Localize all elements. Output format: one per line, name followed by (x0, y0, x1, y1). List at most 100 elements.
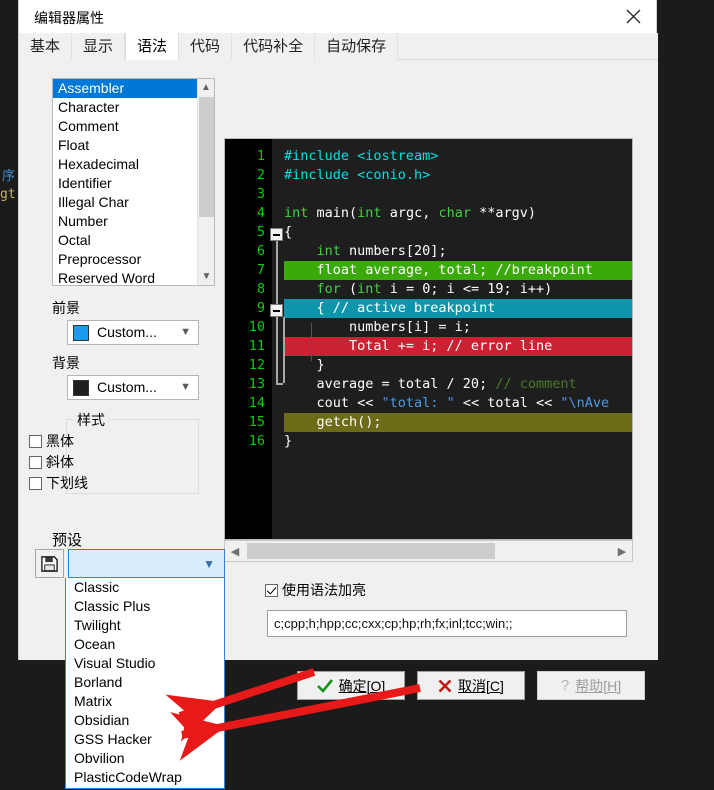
code-text: #include <conio.h> (284, 167, 431, 183)
tab-syntax[interactable]: 语法 (125, 33, 180, 60)
checkbox-italic[interactable]: 斜体 (29, 452, 74, 472)
tab-label: 代码 (190, 38, 221, 55)
use-syntax-highlight-checkbox[interactable]: 使用语法加亮 (265, 580, 366, 600)
list-item[interactable]: Octal (53, 231, 198, 250)
preset-option[interactable]: Classic (66, 578, 224, 597)
code-line: 13 average = total / 20; // comment (225, 375, 632, 394)
code-text: int numbers[20]; (316, 243, 447, 259)
preset-option[interactable]: Obsidian (66, 711, 224, 730)
preset-option[interactable]: Ocean (66, 635, 224, 654)
code-line: 14 cout << "total: " << total << "\nAve (225, 394, 632, 413)
background-color-swatch (73, 380, 89, 396)
preset-option[interactable]: PlasticCodeWrap (66, 768, 224, 787)
background-editor-line-2: gt (0, 187, 16, 202)
foreground-color-swatch (73, 325, 89, 341)
tab-bar: 基本 显示 语法 代码 代码补全 自动保存 (19, 33, 658, 60)
preset-option[interactable]: Classic Plus (66, 597, 224, 616)
foreground-label: 前景 (52, 300, 80, 316)
code-line: 11 Total += i; // error line (225, 337, 632, 356)
preset-option[interactable]: Visual Studio (66, 654, 224, 673)
list-item[interactable]: Assembler (53, 79, 198, 98)
preset-option[interactable]: Obvilion (66, 749, 224, 768)
code-text: numbers[i] = i; (284, 319, 471, 335)
line-number: 3 (256, 186, 265, 202)
preset-option[interactable]: Borland (66, 673, 224, 692)
foreground-color-combo[interactable]: Custom... ▼ (67, 320, 199, 345)
list-item[interactable]: Hexadecimal (53, 155, 198, 174)
close-icon[interactable] (611, 0, 656, 33)
tab-label: 自动保存 (326, 38, 387, 55)
listbox-items: Assembler Character Comment Float Hexadecima… (53, 79, 198, 285)
page-title: 编辑器属性 (34, 10, 104, 26)
code-line: 10 numbers[i] = i; (225, 318, 632, 337)
code-text: } (284, 357, 325, 373)
question-mark-icon: ? (560, 677, 570, 694)
list-item[interactable]: Illegal Char (53, 193, 198, 212)
listbox-scrollbar[interactable]: ▲ ▼ (197, 79, 214, 285)
tab-basic[interactable]: 基本 (19, 33, 73, 60)
preset-option[interactable]: GSS Hacker (66, 730, 224, 749)
code-text: average = total / 20; // comment (284, 376, 577, 392)
scrollbar-thumb[interactable] (199, 97, 214, 217)
line-number: 1 (256, 148, 265, 164)
checkbox-box (29, 434, 42, 448)
hscrollbar-thumb[interactable] (247, 543, 495, 559)
checkbox-label: 下划线 (46, 475, 88, 491)
list-item[interactable]: Comment (53, 117, 198, 136)
screen: 序 gt 编辑器属性 基本 显示 语法 代码 代码补全 自动保存 Assembl… (0, 0, 714, 790)
fold-end-tick (276, 383, 283, 385)
list-item[interactable]: Reserved Word (53, 269, 198, 285)
code-preview[interactable]: 1 #include <iostream> 2 #include <conio.h> 3… (224, 138, 633, 540)
code-text: int main(int argc, char **argv) (284, 205, 537, 221)
scroll-down-icon[interactable]: ▼ (198, 268, 214, 285)
fold-toggle-line-9[interactable] (270, 304, 283, 317)
preset-dropdown-list[interactable]: Classic Classic Plus Twilight Ocean Visual S… (65, 578, 225, 789)
cross-icon (438, 679, 452, 692)
line-number: 10 (248, 319, 265, 335)
line-number: 14 (248, 395, 265, 411)
preset-combo[interactable]: ▼ (68, 549, 225, 578)
list-item[interactable]: Character (53, 98, 198, 117)
code-text: { (284, 224, 293, 240)
checkbox-bold[interactable]: 黑体 (29, 431, 74, 451)
tab-code-completion[interactable]: 代码补全 (232, 33, 316, 60)
code-line: 7 float average, total; //breakpoint (225, 261, 632, 280)
line-number: 16 (248, 433, 265, 449)
checkbox-box (29, 476, 42, 490)
preset-option[interactable]: Matrix (66, 692, 224, 711)
preset-option[interactable]: Twilight (66, 616, 224, 635)
floppy-disk-icon (41, 556, 58, 572)
foreground-value: Custom... (97, 324, 157, 340)
list-item[interactable]: Number (53, 212, 198, 231)
save-preset-button[interactable] (35, 549, 64, 578)
code-text: for (int i = 0; i <= 19; i++) (316, 281, 553, 297)
checkbox-underline[interactable]: 下划线 (29, 473, 88, 493)
tab-autosave[interactable]: 自动保存 (315, 33, 399, 60)
list-item[interactable]: Identifier (53, 174, 198, 193)
code-lines: 1 #include <iostream> 2 #include <conio.h> 3… (225, 139, 632, 539)
list-item[interactable]: Preprocessor (53, 250, 198, 269)
code-text: float average, total; //breakpoint (284, 261, 632, 280)
cancel-button[interactable]: 取消[C] (417, 671, 525, 700)
background-color-combo[interactable]: Custom... ▼ (67, 375, 199, 400)
list-item[interactable]: Float (53, 136, 198, 155)
tab-code[interactable]: 代码 (179, 33, 233, 60)
tab-display[interactable]: 显示 (72, 33, 126, 60)
syntax-element-listbox[interactable]: Assembler Character Comment Float Hexadecima… (52, 78, 215, 286)
tab-label: 显示 (83, 38, 114, 55)
fold-toggle-line-5[interactable] (270, 228, 283, 241)
checkbox-box (29, 455, 42, 469)
code-text: } (284, 433, 293, 449)
scroll-left-icon[interactable]: ◀ (225, 541, 245, 561)
file-extensions-input[interactable] (267, 610, 627, 637)
code-preview-hscrollbar[interactable]: ◀ ▶ (224, 540, 633, 562)
checkbox-label: 斜体 (46, 454, 74, 470)
code-line: 8 for (int i = 0; i <= 19; i++) (225, 280, 632, 299)
code-line: 4 int main(int argc, char **argv) (225, 204, 632, 223)
line-number: 6 (256, 243, 265, 259)
line-number: 9 (256, 300, 265, 316)
scroll-up-icon[interactable]: ▲ (198, 79, 214, 96)
scroll-right-icon[interactable]: ▶ (612, 541, 632, 561)
fold-connector-inner (283, 317, 285, 383)
ok-button[interactable]: 确定[O] (297, 671, 405, 700)
